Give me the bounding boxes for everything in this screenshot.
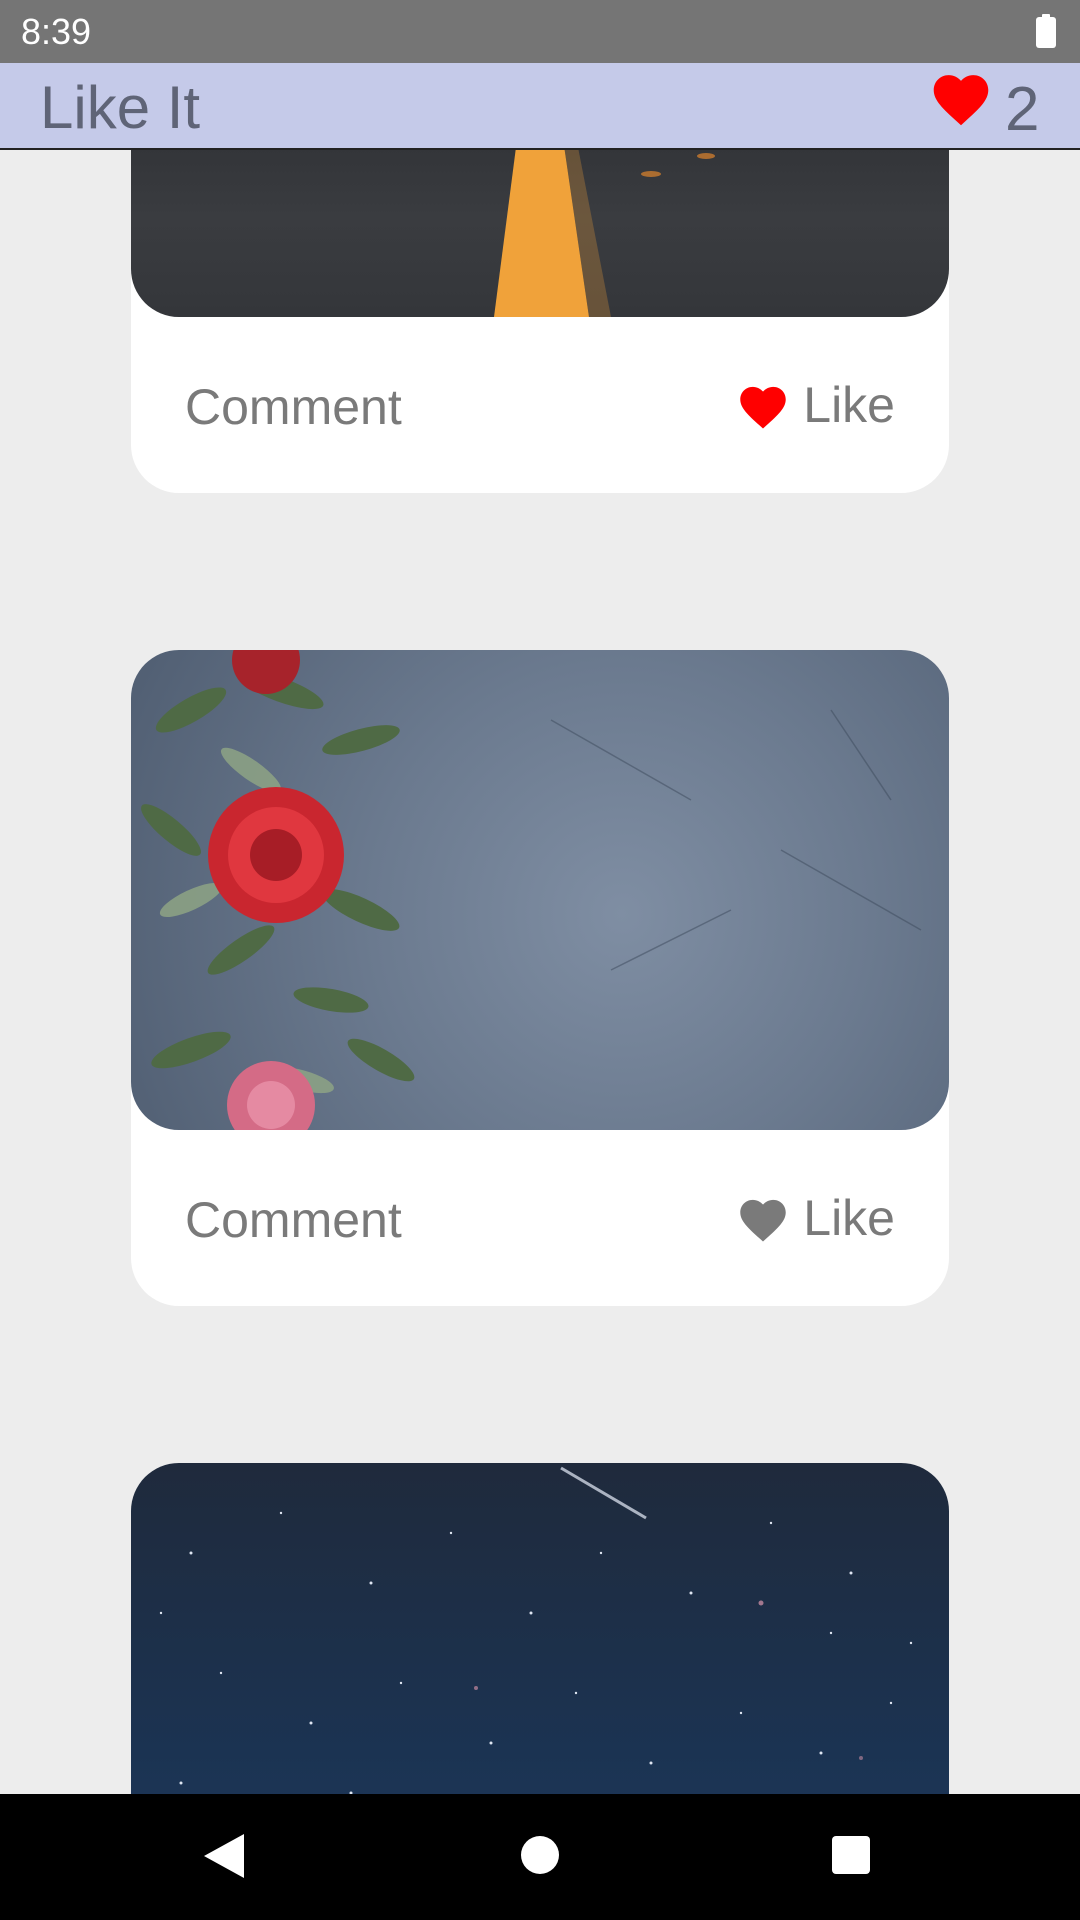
post-card: Comment Like bbox=[131, 150, 949, 493]
status-time: 8:39 bbox=[21, 11, 92, 52]
likes-count: 2 bbox=[1005, 75, 1040, 144]
app-bar: Like It 2 bbox=[0, 63, 1080, 150]
post-card bbox=[131, 1463, 949, 1794]
like-label: Like bbox=[803, 1190, 895, 1246]
app-title: Like It bbox=[40, 74, 201, 141]
post-image[interactable] bbox=[131, 150, 949, 317]
recents-square-icon[interactable] bbox=[832, 1836, 870, 1874]
navigation-bar bbox=[0, 1794, 1080, 1920]
home-circle-icon[interactable] bbox=[521, 1836, 559, 1874]
heart-outline-icon bbox=[740, 1199, 786, 1242]
post-image[interactable] bbox=[131, 650, 949, 1130]
post-card: Comment Like bbox=[131, 650, 949, 1306]
heart-icon bbox=[933, 75, 989, 126]
comment-button[interactable]: Comment bbox=[185, 379, 402, 435]
back-triangle-icon[interactable] bbox=[204, 1834, 244, 1878]
like-label: Like bbox=[803, 377, 895, 433]
post-image[interactable] bbox=[131, 1463, 949, 1794]
comment-button[interactable]: Comment bbox=[185, 1192, 402, 1248]
post-actions: Comment Like bbox=[131, 317, 949, 493]
heart-filled-icon bbox=[740, 386, 786, 429]
battery-full-icon bbox=[1036, 14, 1056, 48]
post-feed[interactable]: Comment Like Comment Like bbox=[0, 150, 1080, 1794]
like-button[interactable]: Like bbox=[735, 375, 895, 435]
like-button[interactable]: Like bbox=[735, 1188, 895, 1248]
status-bar: 8:39 bbox=[0, 0, 1080, 63]
post-actions: Comment Like bbox=[131, 1130, 949, 1306]
